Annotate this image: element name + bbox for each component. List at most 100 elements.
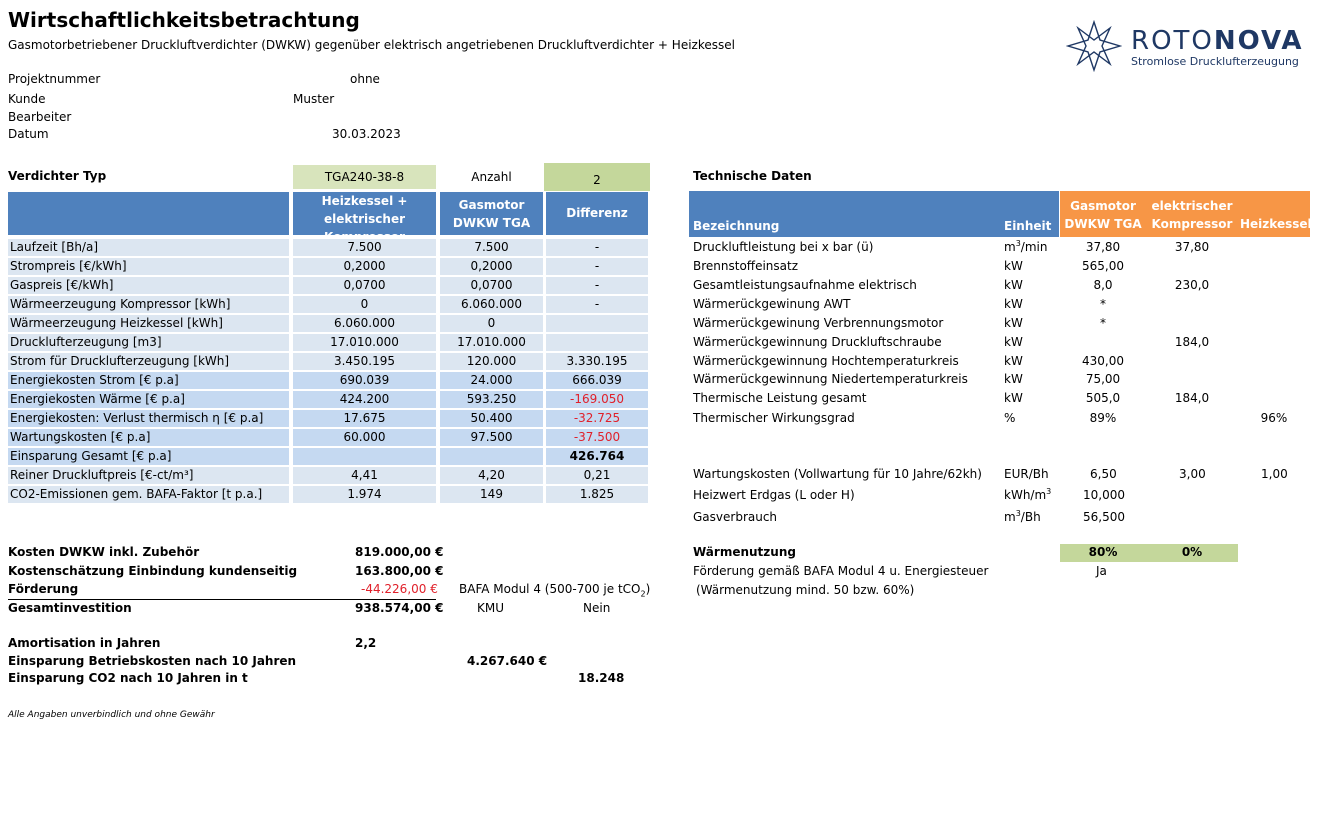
- tech-row-label: Druckluftleistung bei x bar (ü): [693, 240, 874, 254]
- wartung-unit: EUR/Bh: [1004, 467, 1049, 481]
- left-row-value: -: [546, 258, 648, 275]
- tech-row-unit: kW: [1004, 354, 1023, 368]
- tech-row-value-el: 230,0: [1174, 278, 1210, 292]
- gesamt-divider: [8, 599, 436, 600]
- left-row-value: [293, 448, 436, 465]
- page-title: Wirtschaftlichkeitsbetrachtung: [8, 8, 360, 32]
- left-row-value: 149: [440, 486, 543, 503]
- bafa-close: ): [645, 582, 651, 596]
- left-row-value: [546, 334, 648, 351]
- gasverbrauch-label: Gasverbrauch: [693, 510, 778, 524]
- left-row-value: 0,21: [546, 467, 648, 484]
- projektnummer-label: Projektnummer: [8, 72, 101, 86]
- tech-row-value-gas: 89%: [1089, 411, 1117, 425]
- amortisation-label: Amortisation in Jahren: [8, 636, 161, 650]
- col-differenz-header: Differenz: [546, 192, 648, 235]
- col-gasmotor-header: Gasmotor DWKW TGA: [440, 192, 543, 235]
- page-subtitle: Gasmotorbetriebener Druckluftverdichter …: [8, 38, 735, 52]
- left-row-label: Energiekosten Wärme [€ p.a]: [8, 391, 289, 408]
- einsparung-betrieb-value: 4.267.640 €: [467, 654, 548, 668]
- left-row-label: Energiekosten Strom [€ p.a]: [8, 372, 289, 389]
- einsparung-betrieb-label: Einsparung Betriebskosten nach 10 Jahren: [8, 654, 297, 668]
- heizwert-unit-text: kWh/m: [1004, 488, 1047, 502]
- einbindung-value: 163.800,00 €: [355, 564, 444, 578]
- left-row-value: 0,2000: [293, 258, 436, 275]
- waermenutzung-el: 0%: [1146, 544, 1238, 562]
- heizwert-label: Heizwert Erdgas (L oder H): [693, 488, 855, 502]
- heizwert-unit: kWh/m3: [1004, 487, 1052, 503]
- wartung-gas: 6,50: [1090, 467, 1117, 481]
- datum-label: Datum: [8, 127, 49, 141]
- disclaimer: Alle Angaben unverbindlich und ohne Gewä…: [8, 710, 215, 720]
- tech-row-unit: kW: [1004, 335, 1023, 349]
- tech-row-label: Thermischer Wirkungsgrad: [693, 411, 855, 425]
- gasverbrauch-unit-text: m: [1004, 510, 1016, 524]
- left-row-value: 7.500: [293, 239, 436, 256]
- logo-icon: [1065, 19, 1123, 73]
- left-row-value: 0,0700: [440, 277, 543, 294]
- left-row-value: -37.500: [546, 429, 648, 446]
- waermenutzung-label: Wärmenutzung: [693, 545, 796, 559]
- tech-row-unit: %: [1004, 411, 1015, 425]
- left-row-value: 0: [440, 315, 543, 332]
- logo-wordmark: ROTONOVA: [1131, 26, 1304, 56]
- tech-row-unit: kW: [1004, 278, 1023, 292]
- tech-row-unit: kW: [1004, 372, 1023, 386]
- tech-row-unit-text: kW: [1004, 259, 1023, 273]
- heizwert-gas: 10,000: [1083, 488, 1125, 502]
- left-row-value: 593.250: [440, 391, 543, 408]
- left-row-value: 17.010.000: [440, 334, 543, 351]
- bearbeiter-label: Bearbeiter: [8, 110, 72, 124]
- tech-row-unit-rest: /min: [1020, 240, 1048, 254]
- tech-row-label: Wärmerückgewinnung Druckluftschraube: [693, 335, 942, 349]
- left-row-value: [546, 315, 648, 332]
- tech-row-value-el: 184,0: [1174, 391, 1210, 405]
- tech-col-gasmotor: Gasmotor DWKW TGA: [1060, 191, 1146, 237]
- left-row-value: 3.450.195: [293, 353, 436, 370]
- tech-row-label: Wärmerückgewinung AWT: [693, 297, 851, 311]
- left-row-label: Laufzeit [Bh/a]: [8, 239, 289, 256]
- tech-row-value-el: [1146, 296, 1238, 313]
- left-row-label: Wärmeerzeugung Heizkessel [kWh]: [8, 315, 289, 332]
- technische-daten-title: Technische Daten: [693, 169, 812, 183]
- left-row-value: 7.500: [440, 239, 543, 256]
- tech-row-value-hk: [1238, 239, 1310, 256]
- tech-row-value-gas: *: [1100, 297, 1106, 311]
- tech-row-label: Wärmerückgewinung Verbrennungsmotor: [693, 316, 944, 330]
- tech-row-value-el: [1146, 258, 1238, 275]
- left-row-value: 120.000: [440, 353, 543, 370]
- tech-row-unit: kW: [1004, 297, 1023, 311]
- datum-value: 30.03.2023: [332, 127, 401, 141]
- left-row-label: Einsparung Gesamt [€ p.a]: [8, 448, 289, 465]
- left-row-label: CO2-Emissionen gem. BAFA-Faktor [t p.a.]: [8, 486, 289, 503]
- left-row-value: [440, 448, 543, 465]
- kmu-value: Nein: [583, 601, 611, 615]
- tech-row-unit-text: kW: [1004, 278, 1023, 292]
- foerderung-label: Förderung: [8, 582, 79, 596]
- tech-row-value-gas: 8,0: [1093, 278, 1113, 292]
- wartung-label: Wartungskosten (Vollwartung für 10 Jahre…: [693, 467, 982, 481]
- heizwert-unit-sup: 3: [1046, 487, 1052, 496]
- tech-row-label: Wärmerückgewinnung Hochtemperaturkreis: [693, 354, 959, 368]
- tech-row-value-el: [1146, 315, 1238, 332]
- amortisation-value: 2,2: [355, 636, 377, 650]
- tech-row-value-el: [1146, 410, 1238, 427]
- left-row-value: 1.974: [293, 486, 436, 503]
- bafa-text: BAFA Modul 4 (500-700 je tCO: [459, 582, 641, 596]
- left-row-label: Drucklufterzeugung [m3]: [8, 334, 289, 351]
- left-row-value: 424.200: [293, 391, 436, 408]
- left-row-value: 17.010.000: [293, 334, 436, 351]
- tech-row-value-gas: [1060, 334, 1146, 351]
- tech-row-unit: kW: [1004, 316, 1023, 330]
- left-row-value: 24.000: [440, 372, 543, 389]
- tech-col-einheit: Einheit: [1004, 219, 1052, 233]
- tech-row-value-hk: 96%: [1260, 411, 1288, 425]
- tech-col-elektrisch: elektrischer Kompressor: [1146, 191, 1238, 237]
- anzahl-label: Anzahl: [471, 170, 512, 184]
- wartung-hk: 1,00: [1261, 467, 1288, 481]
- left-row-value: -32.725: [546, 410, 648, 427]
- logo-brand-a: ROTO: [1131, 26, 1214, 56]
- tech-row-unit-text: kW: [1004, 372, 1023, 386]
- left-row-value: 60.000: [293, 429, 436, 446]
- tech-row-value-hk: [1238, 353, 1310, 370]
